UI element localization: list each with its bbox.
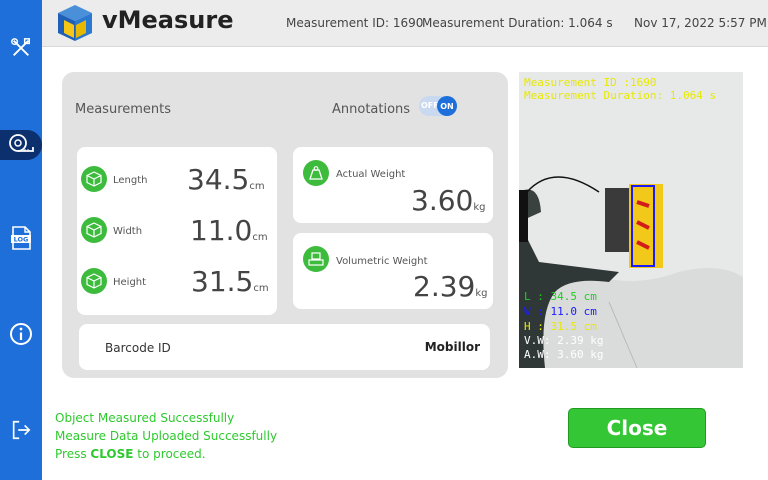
barcode-card: Barcode ID Mobillor [79,324,490,370]
length-value: 34.5cm [187,163,265,196]
sidebar-item-logout[interactable] [0,410,42,450]
volumetric-weight-card: Volumetric Weight 2.39kg [293,233,493,309]
log-icon-text: LOG [14,236,29,244]
height-cube-icon [81,268,107,294]
length-cube-icon [81,166,107,192]
camera-view: Measurement ID :1690 Measurement Duratio… [519,72,743,368]
barcode-label: Barcode ID [105,341,171,355]
measurement-duration: Measurement Duration: 1.064 s [422,16,613,30]
actual-weight-unit: kg [473,202,486,213]
volumetric-weight-unit: kg [475,288,488,299]
vmeasure-logo-icon [58,5,92,41]
toggle-knob: ON [437,96,457,116]
overlay-length: L : 34.5 cm [524,290,597,303]
overlay-volumetric-weight: V.W: 2.39 kg [524,334,604,347]
width-label: Width [113,226,143,237]
height-label: Height [113,277,147,288]
app-title: vMeasure [102,6,234,34]
overlay-width: W : 11.0 cm [524,305,597,318]
log-icon: LOG [11,226,31,250]
header-bar: vMeasure Measurement ID: 1690 Measuremen… [42,0,768,47]
length-unit: cm [249,181,265,192]
weight-icon [303,160,329,186]
actual-weight-label: Actual Weight [336,169,406,180]
measurement-id: Measurement ID: 1690 [286,16,424,30]
logout-icon [12,420,31,440]
sidebar-item-info[interactable] [0,314,42,354]
status-instruction: Press CLOSE to proceed. [55,447,206,461]
height-value: 31.5cm [191,265,269,298]
barcode-value: Mobillor [424,340,480,354]
measurement-panel: Measurements Annotations OFF ON Length 3… [62,72,508,378]
actual-weight-card: Actual Weight 3.60kg [293,147,493,223]
sidebar-item-tools[interactable] [0,28,42,68]
measurements-heading: Measurements [75,102,172,117]
height-unit: cm [253,283,269,294]
overlay-duration: Measurement Duration: 1.064 s [524,89,717,102]
width-value: 11.0cm [190,214,268,247]
overlay-height: H : 31.5 cm [524,320,597,333]
width-cube-icon [81,217,107,243]
overlay-actual-weight: A.W: 3.60 kg [524,348,604,361]
sidebar-item-measure[interactable] [0,124,42,164]
status-close-keyword: CLOSE [90,447,134,461]
annotations-toggle[interactable]: OFF ON [419,96,457,116]
sidebar: LOG [0,0,42,480]
tape-measure-icon [9,134,34,152]
tools-icon [11,38,30,56]
datetime: Nov 17, 2022 5:57 PM [634,16,767,30]
status-uploaded: Measure Data Uploaded Successfully [55,429,278,443]
info-icon [10,323,32,345]
annotations-heading: Annotations [332,102,411,117]
width-unit: cm [252,232,268,243]
dimensions-card: Length 34.5cm Width 11.0cm Height 31.5cm [77,147,277,315]
length-label: Length [113,175,148,186]
close-button[interactable]: Close [568,408,706,448]
overlay-measurement-id: Measurement ID :1690 [524,76,657,89]
status-measured: Object Measured Successfully [55,411,235,425]
actual-weight-value: 3.60kg [411,184,486,217]
volumetric-weight-label: Volumetric Weight [336,256,428,267]
volumetric-scale-icon [303,246,329,272]
sidebar-item-log[interactable]: LOG [0,218,42,258]
volumetric-weight-value: 2.39kg [413,270,488,303]
